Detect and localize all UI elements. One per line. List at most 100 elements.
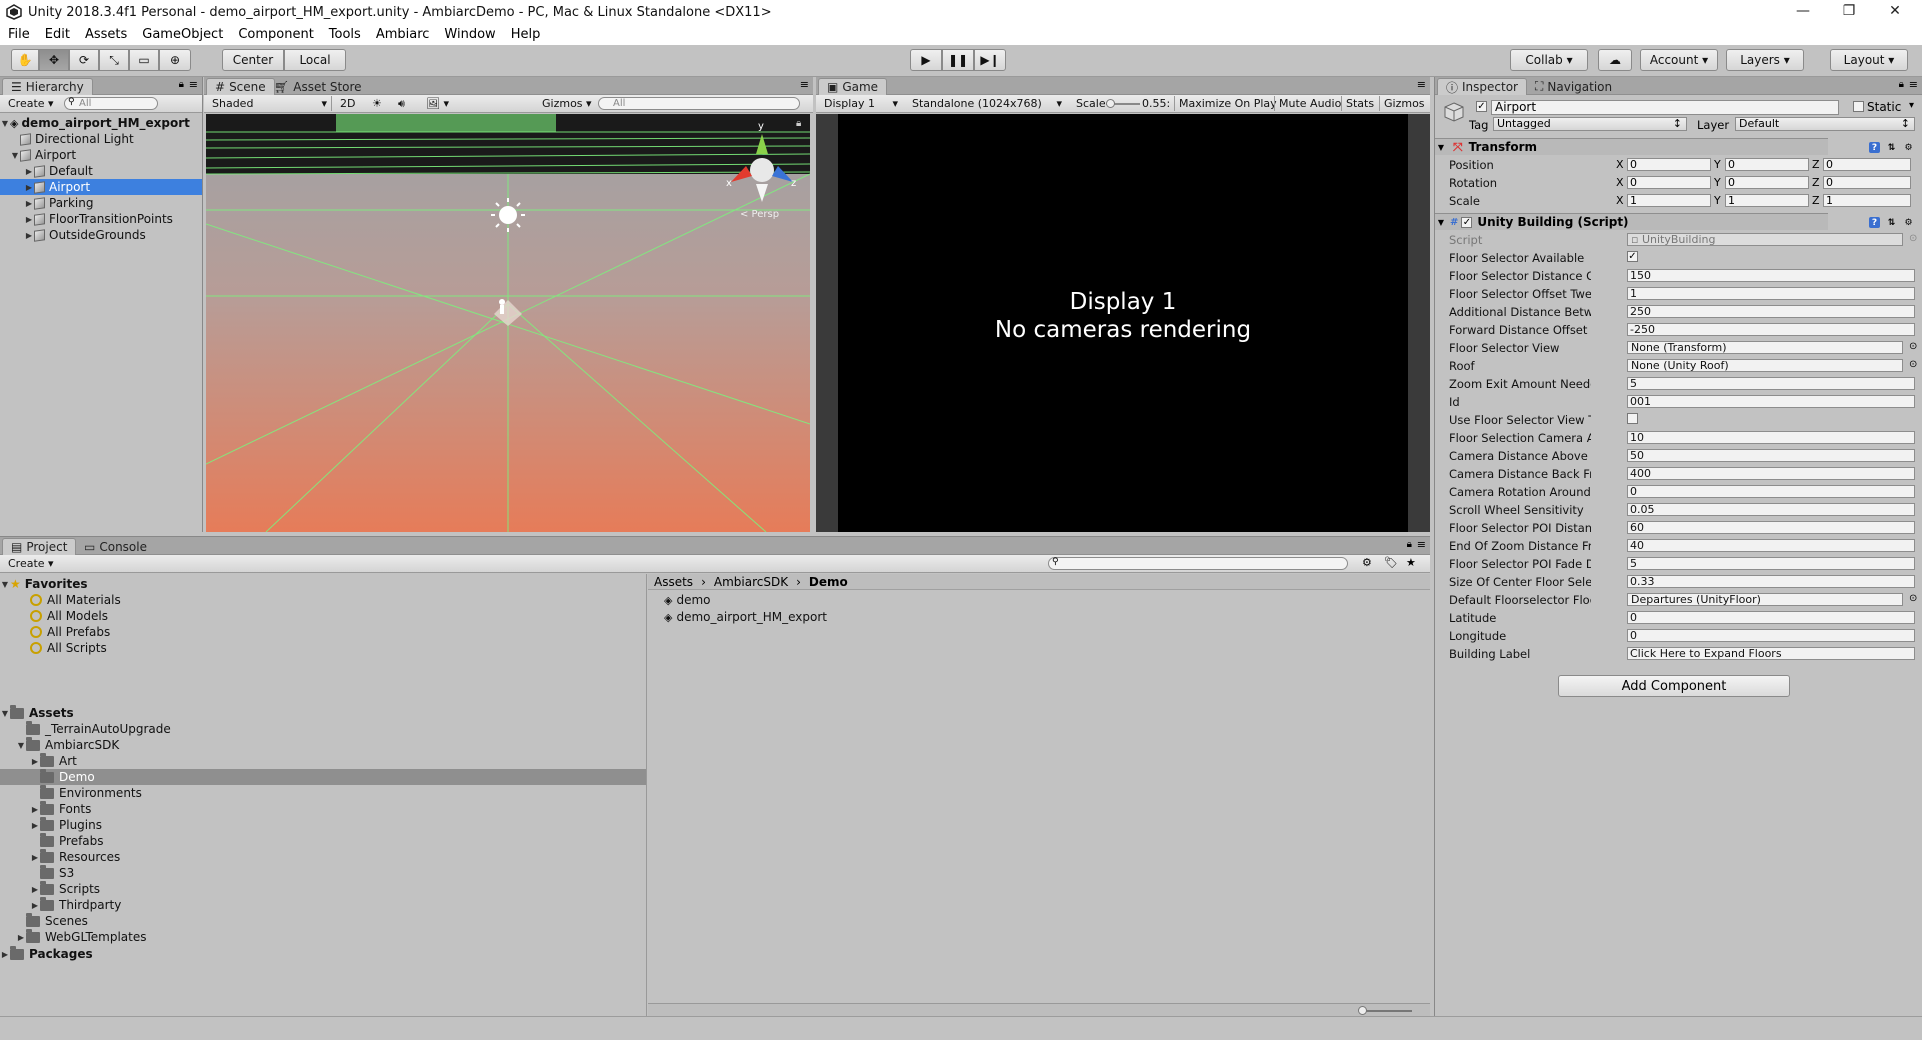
transform-z-field[interactable]: 1 [1823,194,1911,207]
menu-help[interactable]: Help [511,27,541,42]
object-reference-field[interactable]: None (Unity Roof) [1627,359,1903,372]
breadcrumb-demo[interactable]: Demo [809,575,848,589]
transform-y-field[interactable]: 0 [1725,176,1809,189]
project-folder-item[interactable]: Environments [0,784,646,801]
hierarchy-item[interactable]: ▼ Airport [0,147,202,163]
component-enabled-checkbox[interactable]: ✓ [1461,216,1473,228]
tab-console[interactable]: ▭ Console [76,538,155,555]
hierarchy-item[interactable]: Directional Light [0,131,202,147]
transform-tool-button[interactable]: ⊕ [159,49,191,71]
transform-y-field[interactable]: 1 [1725,194,1809,207]
scale-slider-thumb[interactable] [1106,99,1115,108]
field-checkbox[interactable]: ✓ [1627,251,1638,262]
audio-toggle[interactable]: 🔊︎ [394,96,409,111]
transform-x-field[interactable]: 0 [1627,176,1711,189]
layers-button[interactable]: Layers ▾ [1726,49,1804,71]
icon-size-slider[interactable] [1360,1010,1412,1012]
help-icon[interactable]: ? [1869,142,1880,153]
help-icon[interactable]: ? [1869,217,1880,228]
expand-arrow-icon[interactable]: ▶ [30,901,40,910]
project-folder-item[interactable]: ▶ Thirdparty [0,896,646,913]
hierarchy-item[interactable]: ▶ FloorTransitionPoints [0,211,202,227]
pivot-local-button[interactable]: Local [284,49,346,71]
menu-file[interactable]: File [8,27,30,42]
project-folder-item[interactable]: ▶ Plugins [0,816,646,833]
hierarchy-create-button[interactable]: Create ▾ [4,96,58,111]
field-input[interactable]: 400 [1627,467,1915,480]
favorite-star-icon[interactable]: ★ [1406,556,1416,569]
transform-y-field[interactable]: 0 [1725,158,1809,171]
expand-arrow-icon[interactable]: ▶ [30,805,40,814]
hierarchy-item[interactable]: ▶ Airport [0,179,202,195]
preset-icon[interactable]: ⇅ [1886,142,1897,153]
transform-z-field[interactable]: 0 [1823,158,1911,171]
expand-arrow-icon[interactable]: ▶ [30,885,40,894]
field-input[interactable]: Click Here to Expand Floors [1627,647,1915,660]
project-folder-item[interactable]: ▶ WebGLTemplates [0,928,646,945]
icon-size-slider-thumb[interactable] [1358,1006,1367,1015]
breadcrumb-ambiarcsdk[interactable]: AmbiarcSDK [714,575,788,589]
lock-icon[interactable]: 🔒︎ [179,79,184,90]
hand-tool-button[interactable]: ✋ [11,49,39,71]
expand-arrow-icon[interactable]: ▶ [0,950,10,959]
project-folder-item[interactable]: ▶ Resources [0,848,646,865]
collab-button[interactable]: Collab ▾ [1510,49,1588,71]
resolution-dropdown[interactable]: Standalone (1024x768) ▾ [908,96,1066,111]
field-input[interactable]: 250 [1627,305,1915,318]
effects-dropdown[interactable]: 🖼︎ ▾ [422,96,453,111]
transform-z-field[interactable]: 0 [1823,176,1911,189]
scene-root-row[interactable]: ▼ ◈ demo_airport_HM_export [0,115,202,131]
expand-arrow-icon[interactable]: ▶ [24,231,34,240]
transform-header[interactable]: ▼ ⤧ Transform ? ⇅ ⚙ [1435,138,1913,155]
field-input[interactable]: 5 [1627,377,1915,390]
hierarchy-item[interactable]: ▶ OutsideGrounds [0,227,202,243]
layout-button[interactable]: Layout ▾ [1830,49,1908,71]
tab-hierarchy[interactable]: ☰ Hierarchy [2,78,93,95]
field-input[interactable]: 10 [1627,431,1915,444]
shading-mode-dropdown[interactable]: Shaded ▾ [208,96,332,111]
pivot-center-button[interactable]: Center [222,49,284,71]
expand-arrow-icon[interactable]: ▶ [16,933,26,942]
project-folder-item[interactable]: Demo [0,768,646,785]
project-create-button[interactable]: Create ▾ [4,556,58,571]
layer-dropdown[interactable]: Default ↕ [1735,117,1915,131]
account-button[interactable]: Account ▾ [1640,49,1718,71]
transform-x-field[interactable]: 1 [1627,194,1711,207]
move-tool-button[interactable]: ✥ [39,49,69,71]
object-picker-icon[interactable]: ⊙ [1909,341,1917,352]
game-viewport[interactable]: Display 1 No cameras rendering [838,114,1408,532]
tab-inspector[interactable]: ⓘ Inspector [1437,78,1527,95]
field-input[interactable]: 60 [1627,521,1915,534]
scene-viewport[interactable]: y x z < Persp 🔒︎ [206,114,810,532]
file-item[interactable]: ◈ demo_airport_HM_export [664,609,827,625]
expand-arrow-icon[interactable]: ▼ [0,709,10,718]
field-input[interactable]: 0 [1627,629,1915,642]
lock-icon[interactable]: 🔒︎ [1899,79,1904,90]
maximize-button[interactable]: ❐ [1826,0,1872,22]
scene-gizmos-dropdown[interactable]: Gizmos ▾ [538,96,596,111]
favorite-item[interactable]: All Scripts [0,640,107,656]
project-folder-item[interactable]: ▶ Scripts [0,880,646,897]
transform-x-field[interactable]: 0 [1627,158,1711,171]
menu-ambiarc[interactable]: Ambiarc [376,27,430,42]
scale-tool-button[interactable]: ⤡ [99,49,129,71]
menu-component[interactable]: Component [238,27,313,42]
2d-toggle[interactable]: 2D [336,96,359,111]
hierarchy-search-input[interactable]: All [64,97,158,110]
expand-arrow-icon[interactable]: ▶ [30,853,40,862]
field-input[interactable]: -250 [1627,323,1915,336]
tab-asset-store[interactable]: 🛒︎ Asset Store [266,78,370,95]
project-folder-item[interactable]: ▶ Art [0,752,646,769]
panel-menu-icon[interactable]: ≡ [189,78,198,91]
object-name-field[interactable]: Airport [1491,100,1839,115]
field-input[interactable]: 0 [1627,485,1915,498]
project-folder-item[interactable]: S3 [0,864,646,881]
expand-arrow-icon[interactable]: ▶ [24,167,34,176]
active-checkbox[interactable]: ✓ [1476,101,1487,112]
tab-project[interactable]: ▤ Project [2,538,77,555]
settings-gear-icon[interactable]: ⚙ [1903,217,1914,228]
close-button[interactable]: ✕ [1872,0,1918,22]
expand-arrow-icon[interactable]: ▶ [30,821,40,830]
field-input[interactable]: 001 [1627,395,1915,408]
menu-edit[interactable]: Edit [45,27,70,42]
